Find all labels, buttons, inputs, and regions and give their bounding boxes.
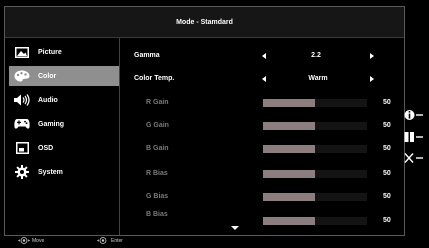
side-key-input[interactable]	[404, 132, 429, 146]
arrow-left-icon[interactable]	[262, 53, 266, 59]
gamepad-icon	[14, 117, 30, 131]
arrow-left-icon[interactable]	[262, 76, 266, 82]
r-gain-label: R Gain	[146, 99, 169, 106]
joystick-move-icon	[18, 237, 30, 244]
b-bias-row[interactable]: B Bias 50	[120, 208, 404, 228]
b-gain-row[interactable]: B Gain 50	[120, 139, 404, 159]
move-hint: Move	[18, 236, 44, 245]
sidebar-item-audio[interactable]: Audio	[9, 90, 119, 110]
sidebar-item-label: System	[38, 168, 63, 176]
slider-fill	[263, 99, 315, 107]
settings-panel: Gamma 2.2 Color Temp. Warm R Gain 50 G G…	[120, 38, 404, 235]
sidebar-item-label: Audio	[38, 96, 58, 104]
sidebar-item-system[interactable]: System	[9, 162, 119, 182]
sidebar-item-label: Color	[38, 72, 57, 80]
gear-icon	[14, 165, 30, 179]
g-bias-label: G Bias	[146, 193, 169, 200]
joystick-enter-icon	[97, 237, 107, 244]
b-bias-slider[interactable]	[263, 217, 367, 225]
r-bias-label: R Bias	[146, 170, 168, 177]
slider-fill	[263, 170, 315, 178]
input-icon	[404, 130, 424, 148]
side-key-info[interactable]	[404, 110, 429, 124]
picture-icon	[14, 45, 30, 59]
color-temp-row[interactable]: Color Temp. Warm	[120, 69, 404, 89]
arrow-right-icon[interactable]	[370, 76, 374, 82]
r-gain-value: 50	[383, 99, 391, 106]
b-gain-slider[interactable]	[263, 145, 367, 153]
enter-hint: Enter	[97, 236, 123, 245]
r-bias-row[interactable]: R Bias 50	[120, 164, 404, 184]
mode-title: Mode - Stamdard	[176, 18, 233, 26]
g-gain-slider[interactable]	[263, 122, 367, 130]
color-temp-value: Warm	[308, 75, 328, 82]
osd-window-icon	[14, 141, 30, 155]
slider-fill	[263, 122, 315, 130]
g-bias-row[interactable]: G Bias 50	[120, 187, 404, 207]
scroll-down-icon[interactable]	[231, 226, 239, 230]
osd-menu: Mode - Stamdard Picture Color Audio Gami…	[4, 6, 405, 236]
color-palette-icon	[14, 69, 30, 83]
slider-fill	[263, 217, 315, 225]
g-gain-value: 50	[383, 122, 391, 129]
sidebar-item-label: OSD	[38, 144, 54, 152]
sidebar: Picture Color Audio Gaming OSD System	[5, 38, 120, 235]
r-gain-row[interactable]: R Gain 50	[120, 93, 404, 113]
b-gain-value: 50	[383, 145, 391, 152]
gamma-label: Gamma	[134, 52, 160, 59]
b-gain-label: B Gain	[146, 145, 169, 152]
info-icon	[404, 108, 424, 126]
close-icon	[404, 151, 424, 169]
side-key-close[interactable]	[404, 153, 429, 167]
g-bias-slider[interactable]	[263, 193, 367, 201]
sidebar-item-gaming[interactable]: Gaming	[9, 114, 119, 134]
sidebar-item-label: Gaming	[38, 120, 65, 128]
r-gain-slider[interactable]	[263, 99, 367, 107]
sidebar-item-color[interactable]: Color	[9, 66, 119, 86]
g-gain-label: G Gain	[146, 122, 169, 129]
gamma-value: 2.2	[311, 52, 321, 59]
osd-title-bar: Mode - Stamdard	[5, 7, 404, 38]
r-bias-value: 50	[383, 170, 391, 177]
arrow-right-icon[interactable]	[370, 53, 374, 59]
g-gain-row[interactable]: G Gain 50	[120, 116, 404, 136]
sidebar-item-picture[interactable]: Picture	[9, 42, 119, 62]
move-label: Move	[32, 237, 45, 244]
footer-hints: Move Enter	[0, 232, 429, 248]
g-bias-value: 50	[383, 193, 391, 200]
b-bias-value: 50	[383, 217, 391, 224]
gamma-row[interactable]: Gamma 2.2	[120, 46, 404, 66]
slider-fill	[263, 145, 315, 153]
sidebar-item-osd[interactable]: OSD	[9, 138, 119, 158]
speaker-icon	[14, 93, 30, 107]
b-bias-label: B Bias	[146, 211, 168, 218]
sidebar-item-label: Picture	[38, 48, 62, 56]
enter-label: Enter	[111, 237, 123, 244]
r-bias-slider[interactable]	[263, 170, 367, 178]
color-temp-label: Color Temp.	[134, 75, 175, 82]
slider-fill	[263, 193, 315, 201]
